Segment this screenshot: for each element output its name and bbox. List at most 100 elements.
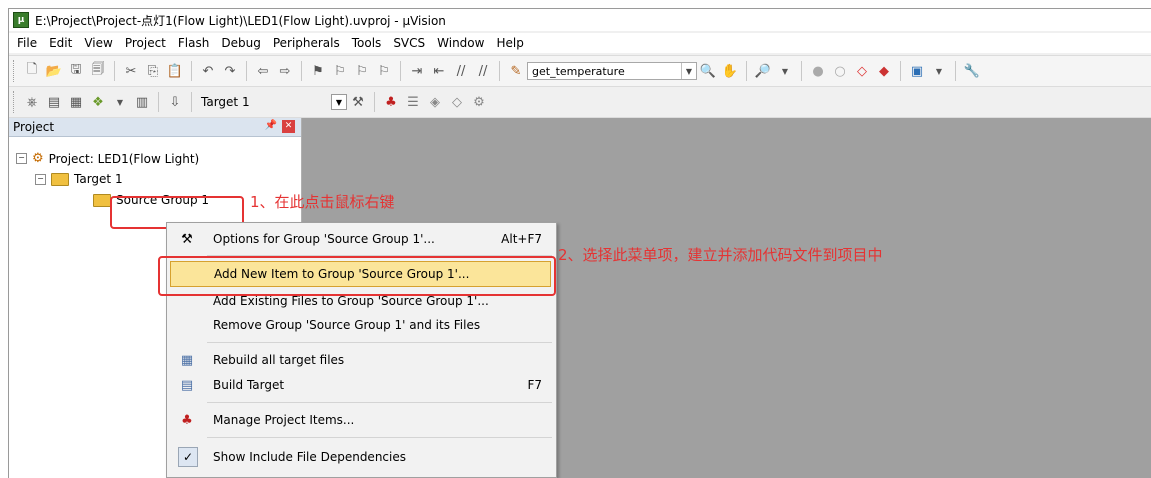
navigate-back-icon[interactable]: ⇦ — [254, 62, 272, 80]
paste-icon[interactable]: 📋 — [166, 62, 184, 80]
disable-breakpoints-icon[interactable]: ◇ — [853, 62, 871, 80]
menu-item-manage-project-items[interactable]: ♣ Manage Project Items... — [167, 408, 556, 432]
enable-breakpoint-icon[interactable]: ○ — [831, 62, 849, 80]
uncomment-icon[interactable]: // — [474, 62, 492, 80]
toolbar-separator — [246, 61, 247, 81]
toolbar-grip[interactable] — [13, 60, 17, 82]
navigate-forward-icon[interactable]: ⇨ — [276, 62, 294, 80]
unindent-icon[interactable]: ⇤ — [430, 62, 448, 80]
target-folder-icon — [51, 172, 69, 186]
new-file-icon[interactable]: 🗋 — [23, 62, 41, 80]
target-select-value: Target 1 — [201, 95, 250, 109]
pack-installer-icon[interactable]: ◇ — [448, 93, 466, 111]
menu-view[interactable]: View — [78, 33, 118, 53]
previous-bookmark-icon[interactable]: ⚐ — [331, 62, 349, 80]
save-icon[interactable]: 🖫 — [67, 62, 85, 80]
download-icon[interactable]: ⇩ — [166, 93, 184, 111]
annotation-step-2: 2、选择此菜单项，建立并添加代码文件到项目中 — [558, 246, 883, 264]
toolbar-separator — [301, 61, 302, 81]
toolbar-separator — [900, 61, 901, 81]
menu-tools[interactable]: Tools — [346, 33, 388, 53]
close-icon[interactable]: ✕ — [282, 120, 295, 133]
batch-build-icon[interactable]: ❖ — [89, 93, 107, 111]
menu-item-show-include-deps[interactable]: ✓ Show Include File Dependencies — [167, 445, 556, 469]
manage-project-items-icon[interactable]: ♣ — [382, 93, 400, 111]
menu-file[interactable]: File — [11, 33, 43, 53]
toolbar-grip[interactable] — [13, 91, 17, 113]
toolbar-separator — [158, 92, 159, 112]
collapse-icon[interactable]: − — [16, 153, 27, 164]
menu-flash[interactable]: Flash — [172, 33, 215, 53]
tree-node-target[interactable]: − Target 1 — [35, 172, 123, 186]
select-packs-icon[interactable]: ☰ — [404, 93, 422, 111]
manage-rte-icon[interactable]: ◈ — [426, 93, 444, 111]
stop-build-icon[interactable]: ▥ — [133, 93, 151, 111]
menu-debug[interactable]: Debug — [215, 33, 266, 53]
clear-bookmarks-icon[interactable]: ⚐ — [375, 62, 393, 80]
chevron-down-icon[interactable]: ▼ — [331, 94, 347, 110]
project-panel-title: Project — [13, 120, 55, 134]
window-layout-icon[interactable]: ▣ — [908, 62, 926, 80]
menu-project[interactable]: Project — [119, 33, 172, 53]
collapse-icon[interactable]: − — [35, 173, 46, 185]
project-icon: ⚙ — [32, 151, 44, 166]
indent-icon[interactable]: ⇥ — [408, 62, 426, 80]
options-icon: ⚒ — [181, 231, 193, 247]
toolbar-separator — [191, 61, 192, 81]
cut-icon[interactable]: ✂ — [122, 62, 140, 80]
function-combo[interactable]: get_temperature ▼ — [527, 62, 697, 80]
chevron-down-icon[interactable]: ▼ — [681, 63, 696, 79]
build-icon[interactable]: ▤ — [45, 93, 63, 111]
next-bookmark-icon[interactable]: ⚐ — [353, 62, 371, 80]
chevron-down-icon[interactable]: ▼ — [776, 62, 794, 80]
chevron-down-icon[interactable]: ▼ — [111, 93, 129, 111]
rebuild-icon[interactable]: ▦ — [67, 93, 85, 111]
incremental-find-icon[interactable]: ✋ — [721, 62, 739, 80]
translate-icon[interactable]: ⎈ — [23, 93, 41, 111]
menu-item-options-for-group[interactable]: ⚒ Options for Group 'Source Group 1'... … — [167, 227, 556, 251]
menu-help[interactable]: Help — [490, 33, 529, 53]
insert-bookmark-icon[interactable]: ⚑ — [309, 62, 327, 80]
multi-project-icon[interactable]: ⚙ — [470, 93, 488, 111]
project-panel-header: Project 📌 ✕ — [9, 118, 301, 137]
kill-breakpoints-icon[interactable]: ◆ — [875, 62, 893, 80]
copy-icon[interactable]: ⎘ — [144, 62, 162, 80]
pin-icon[interactable]: 📌 — [265, 120, 277, 131]
target-select[interactable]: Target 1 ▼ — [197, 93, 347, 111]
redo-icon[interactable]: ↷ — [221, 62, 239, 80]
menu-edit[interactable]: Edit — [43, 33, 78, 53]
options-for-target-icon[interactable]: ⚒ — [349, 93, 367, 111]
group-folder-icon — [93, 193, 111, 207]
comment-icon[interactable]: // — [452, 62, 470, 80]
rebuild-icon: ▦ — [180, 352, 194, 368]
toolbar-separator — [374, 92, 375, 112]
function-combo-value: get_temperature — [532, 64, 625, 78]
window-title: E:\Project\Project-点灯1(Flow Light)\LED1(… — [35, 13, 446, 28]
build-toolbar: ⎈ ▤ ▦ ❖ ▼ ▥ ⇩ Target 1 ▼ ⚒ ♣ ☰ ◈ ◇ ⚙ — [9, 86, 1151, 118]
menu-item-rebuild-all[interactable]: ▦ Rebuild all target files — [167, 348, 556, 372]
menu-svcs[interactable]: SVCS — [387, 33, 431, 53]
configure-icon[interactable]: 🔧 — [963, 62, 981, 80]
save-all-icon[interactable]: 🗐 — [89, 62, 107, 80]
manage-items-icon: ♣ — [181, 412, 193, 428]
insert-breakpoint-icon[interactable]: ● — [809, 62, 827, 80]
toolbar-separator — [400, 61, 401, 81]
menu-peripherals[interactable]: Peripherals — [267, 33, 346, 53]
tree-node-project[interactable]: − ⚙ Project: LED1(Flow Light) — [16, 151, 199, 166]
toolbar-separator — [746, 61, 747, 81]
toolbar-separator — [191, 92, 192, 112]
menu-window[interactable]: Window — [431, 33, 490, 53]
tree-node-target-label: Target 1 — [74, 172, 123, 186]
debug-session-icon[interactable]: 🔎 — [754, 62, 772, 80]
menu-item-remove-group[interactable]: Remove Group 'Source Group 1' and its Fi… — [167, 313, 556, 337]
chevron-down-icon[interactable]: ▼ — [930, 62, 948, 80]
open-folder-icon[interactable]: 📂 — [45, 62, 63, 80]
menu-item-build-target[interactable]: ▤ Build Target F7 — [167, 373, 556, 397]
file-toolbar: 🗋 📂 🖫 🗐 ✂ ⎘ 📋 ↶ ↷ ⇦ ⇨ ⚑ ⚐ ⚐ ⚐ ⇥ ⇤ // // … — [9, 55, 1151, 87]
toolbar-separator — [114, 61, 115, 81]
find-icon[interactable]: 🔍 — [699, 62, 717, 80]
undo-icon[interactable]: ↶ — [199, 62, 217, 80]
menu-separator — [207, 437, 552, 438]
find-in-files-icon[interactable]: ✎ — [507, 62, 525, 80]
uvision-app-icon: μ — [13, 12, 29, 28]
